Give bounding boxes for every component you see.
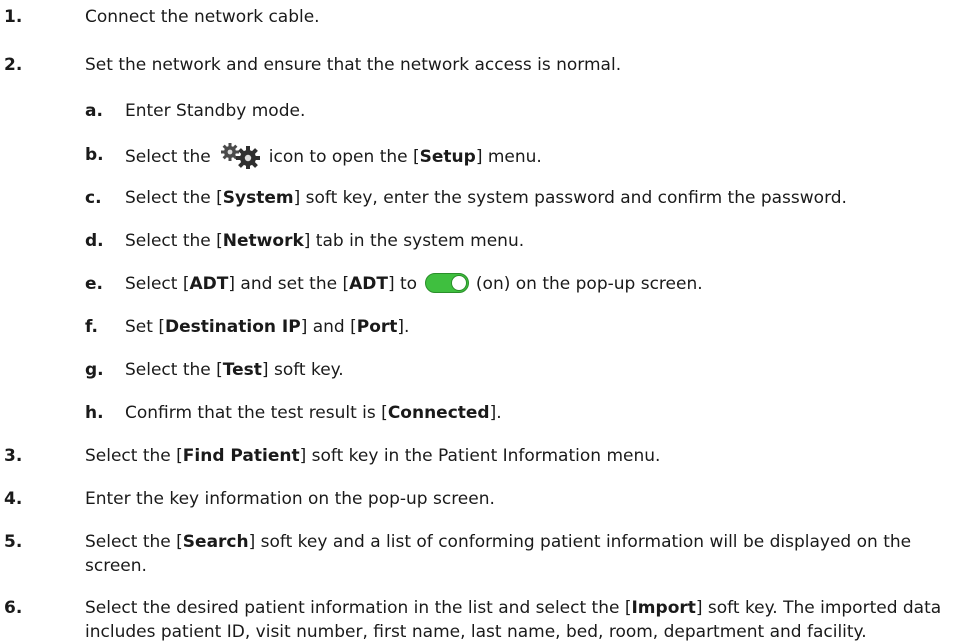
substep-text: Select the [Network] tab in the system m… xyxy=(125,231,525,251)
step-text: Select the desired patient information i… xyxy=(85,598,942,642)
procedure-document: 1. Connect the network cable. 2. Set the… xyxy=(0,0,968,644)
step-number: 6. xyxy=(4,598,23,618)
substep-letter: c. xyxy=(85,188,102,208)
substep-text: Select the icon to open the [Setup] menu… xyxy=(125,143,542,170)
step-number: 1. xyxy=(4,7,23,27)
substep-letter: f. xyxy=(85,317,98,337)
step-number: 3. xyxy=(4,446,23,466)
gear-icon xyxy=(215,143,265,170)
substep-text: Enter Standby mode. xyxy=(125,101,306,121)
substep-letter: d. xyxy=(85,231,104,251)
step-text: Enter the key information on the pop-up … xyxy=(85,489,495,509)
step-text: Select the [Search] soft key and a list … xyxy=(85,532,912,576)
step-text: Select the [Find Patient] soft key in th… xyxy=(85,446,661,466)
substep-letter: g. xyxy=(85,360,104,380)
step-number: 2. xyxy=(4,55,23,75)
substep-text: Confirm that the test result is [Connect… xyxy=(125,403,502,423)
substep-text: Select the [Test] soft key. xyxy=(125,360,344,380)
step-number: 5. xyxy=(4,532,23,552)
step-text: Connect the network cable. xyxy=(85,7,320,27)
substep-letter: a. xyxy=(85,101,103,121)
step-number: 4. xyxy=(4,489,23,509)
substep-letter: e. xyxy=(85,274,103,294)
toggle-on-icon xyxy=(424,273,469,293)
substep-letter: h. xyxy=(85,403,104,423)
substep-text: Set [Destination IP] and [Port]. xyxy=(125,317,410,337)
substep-text: Select the [System] soft key, enter the … xyxy=(125,188,847,208)
substep-letter: b. xyxy=(85,145,104,165)
step-text: Set the network and ensure that the netw… xyxy=(85,55,622,75)
substep-text: Select [ADT] and set the [ADT] to (on) o… xyxy=(125,273,703,294)
